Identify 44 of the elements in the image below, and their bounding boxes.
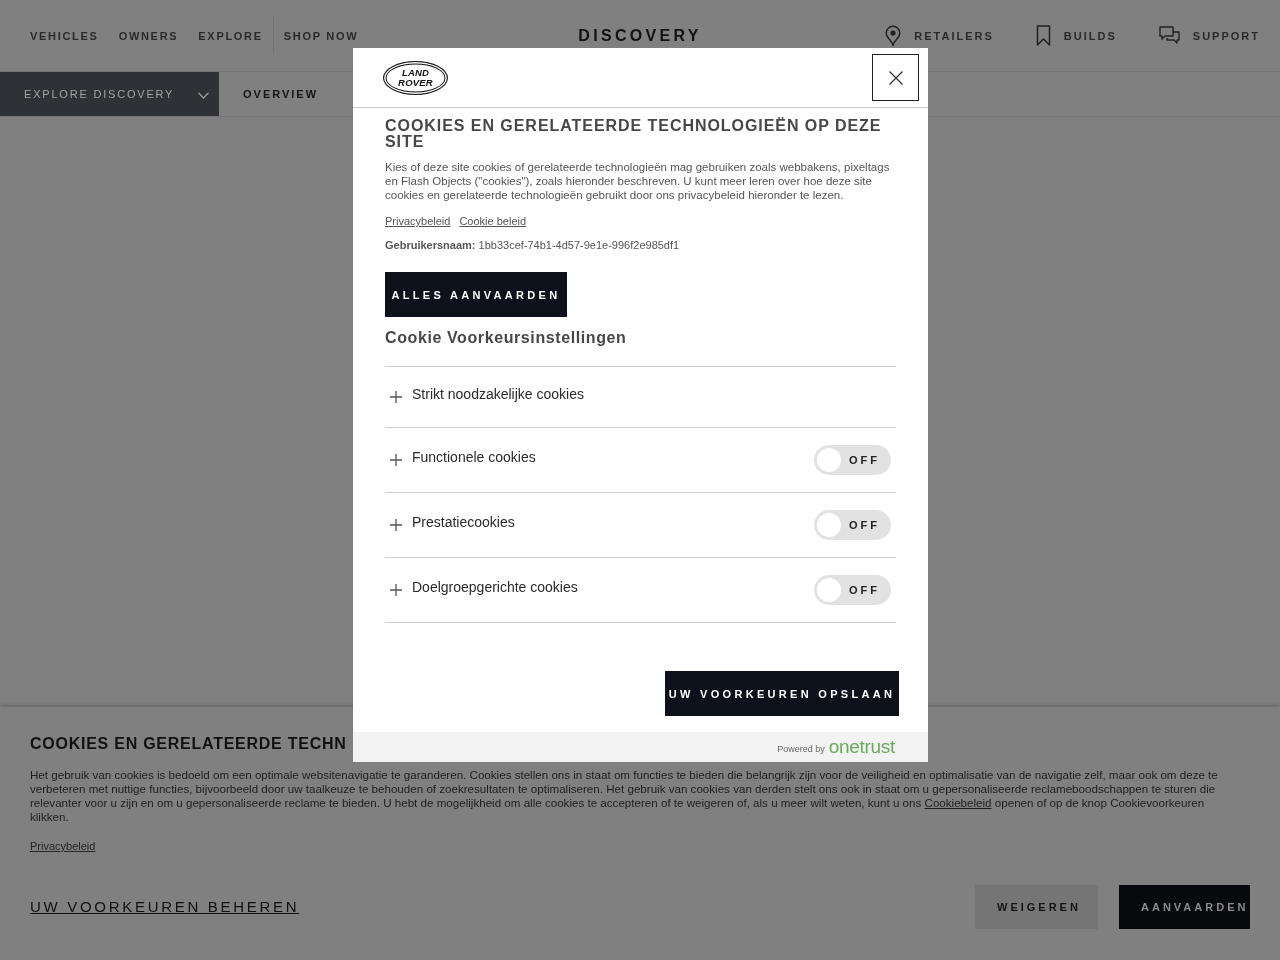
cookie-notice-text: Het gebruik van cookies is bedoeld om een optimale websitenavigatie te garanderen. Cookies stellen ons in staat om functies te bieden die belangrijk zijn voor de veiligheid en optimalisatie van de navigatie zelf, maar ook om deze te verbeteren met nuttige functies, bijvoorbeeld door uw taalkeuze te behouden of zoekresultaten te optimaliseren. Het gebruik van cookies van derden stelt ons ook in staat om u gepersonaliseerde reclameboodschappen te sturen die relevanter voor u zijn en om u gepersonaliseerde reclame te bieden. U hebt de mogelijkheid om alle cookies te accepteren of te weigeren of, als u meer wilt weten, kunt u ons Cookiebeleid openen of op de knop Cookievoorkeuren klikken. <box>30 768 1219 824</box>
category-expander[interactable]: Doelgroepgerichte cookies <box>390 578 578 596</box>
category-expander[interactable]: Strikt noodzakelijke cookies <box>390 385 584 403</box>
chevron-down-icon <box>198 92 210 99</box>
map-pin-icon <box>885 24 902 47</box>
user-id-text: Gebruikersnaam: 1bb33cef-74b1-4d57-9e1e-996f2e985df1 <box>385 238 681 252</box>
explore-dropdown[interactable]: EXPLORE DISCOVERY <box>0 72 219 116</box>
knob-icon <box>817 448 841 472</box>
cookie-policy-link[interactable]: Cookiebeleid <box>924 796 992 809</box>
manage-preferences-link[interactable]: UW VOORKEUREN BEHEREN <box>30 898 300 916</box>
toggle-switch[interactable]: OFF <box>814 445 891 475</box>
category-expander[interactable]: Functionele cookies <box>390 448 536 466</box>
knob-icon <box>817 513 841 537</box>
save-preferences-button[interactable]: UW VOORKEUREN OPSLAAN <box>665 671 899 716</box>
toggle-switch[interactable]: OFF <box>814 575 891 605</box>
privacy-link[interactable]: Privacybeleid <box>30 839 96 853</box>
knob-icon <box>817 578 841 602</box>
subnav-link[interactable]: OVERVIEW <box>243 72 319 116</box>
preferences-heading: Cookie Voorkeursinstellingen <box>385 329 628 347</box>
toggle-switch[interactable]: OFF <box>814 510 891 540</box>
dialog-title: COOKIES EN GERELATEERDE TECHNOLOGIEËN OP DEZE SITE <box>385 118 883 150</box>
brand-logo: LAND ROVER <box>383 60 448 95</box>
dialog-description: Kies of deze site cookies of gerelateerde technologieën mag gebruiken zoals webbakens, pixeltags en Flash Objects ("cookies"), zoals hieronder beschreven. U kunt meer leren over hoe deze site cookies en gerelateerde technologieën gebruikt door ons privacybeleid hieronder te lezen. <box>385 160 891 202</box>
chat-bubbles-icon <box>1158 25 1180 46</box>
utility-link[interactable]: RETAILERS <box>885 24 994 47</box>
brand-wordmark[interactable]: onetrust <box>828 737 895 757</box>
site-wordmark[interactable]: DISCOVERY <box>578 27 702 44</box>
nav-link[interactable]: OWNERS <box>118 28 179 43</box>
banner-title: COOKIES EN GERELATEERDE TECHN <box>30 736 347 752</box>
policy-link[interactable]: Privacybeleid <box>385 214 451 228</box>
close-icon <box>888 70 903 85</box>
nav-link[interactable]: EXPLORE <box>198 28 263 43</box>
accept-all-button[interactable]: ALLES AANVAARDEN <box>385 272 567 317</box>
banner-button[interactable]: AANVAARDEN <box>1119 885 1250 929</box>
bookmark-icon <box>1035 25 1051 46</box>
nav-link[interactable]: SHOP NOW <box>283 28 359 43</box>
nav-link[interactable]: VEHICLES <box>30 28 99 43</box>
close-button[interactable] <box>872 54 919 101</box>
policy-link[interactable]: Cookie beleid <box>459 214 527 228</box>
powered-by-text: Powered by <box>777 744 825 754</box>
utility-link[interactable]: BUILDS <box>1035 25 1117 46</box>
category-expander[interactable]: Prestatiecookies <box>390 513 515 531</box>
banner-button[interactable]: WEIGEREN <box>975 885 1098 929</box>
utility-link[interactable]: SUPPORT <box>1158 25 1260 46</box>
